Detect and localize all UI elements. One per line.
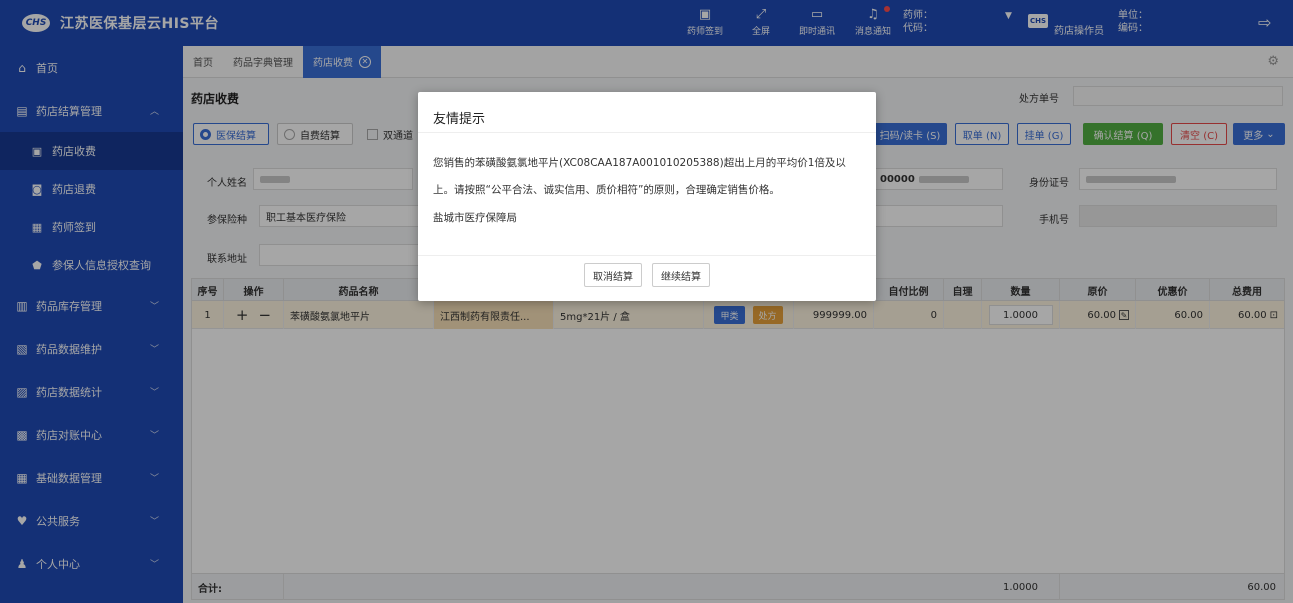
cancel-settle-button[interactable]: 取消结算 <box>584 263 642 287</box>
continue-settle-button[interactable]: 继续结算 <box>652 263 710 287</box>
modal-overlay[interactable] <box>0 0 1293 603</box>
dialog-title: 友情提示 <box>433 112 486 127</box>
friendly-reminder-dialog: 友情提示 您销售的苯磺酸氨氯地平片(XC08CAA187A00101020538… <box>418 92 876 301</box>
dialog-organization: 盐城市医疗保障局 <box>433 212 517 224</box>
dialog-message: 您销售的苯磺酸氨氯地平片(XC08CAA187A001010205388)超出上… <box>433 157 846 196</box>
dialog-divider <box>418 132 876 133</box>
dialog-divider <box>418 255 876 256</box>
